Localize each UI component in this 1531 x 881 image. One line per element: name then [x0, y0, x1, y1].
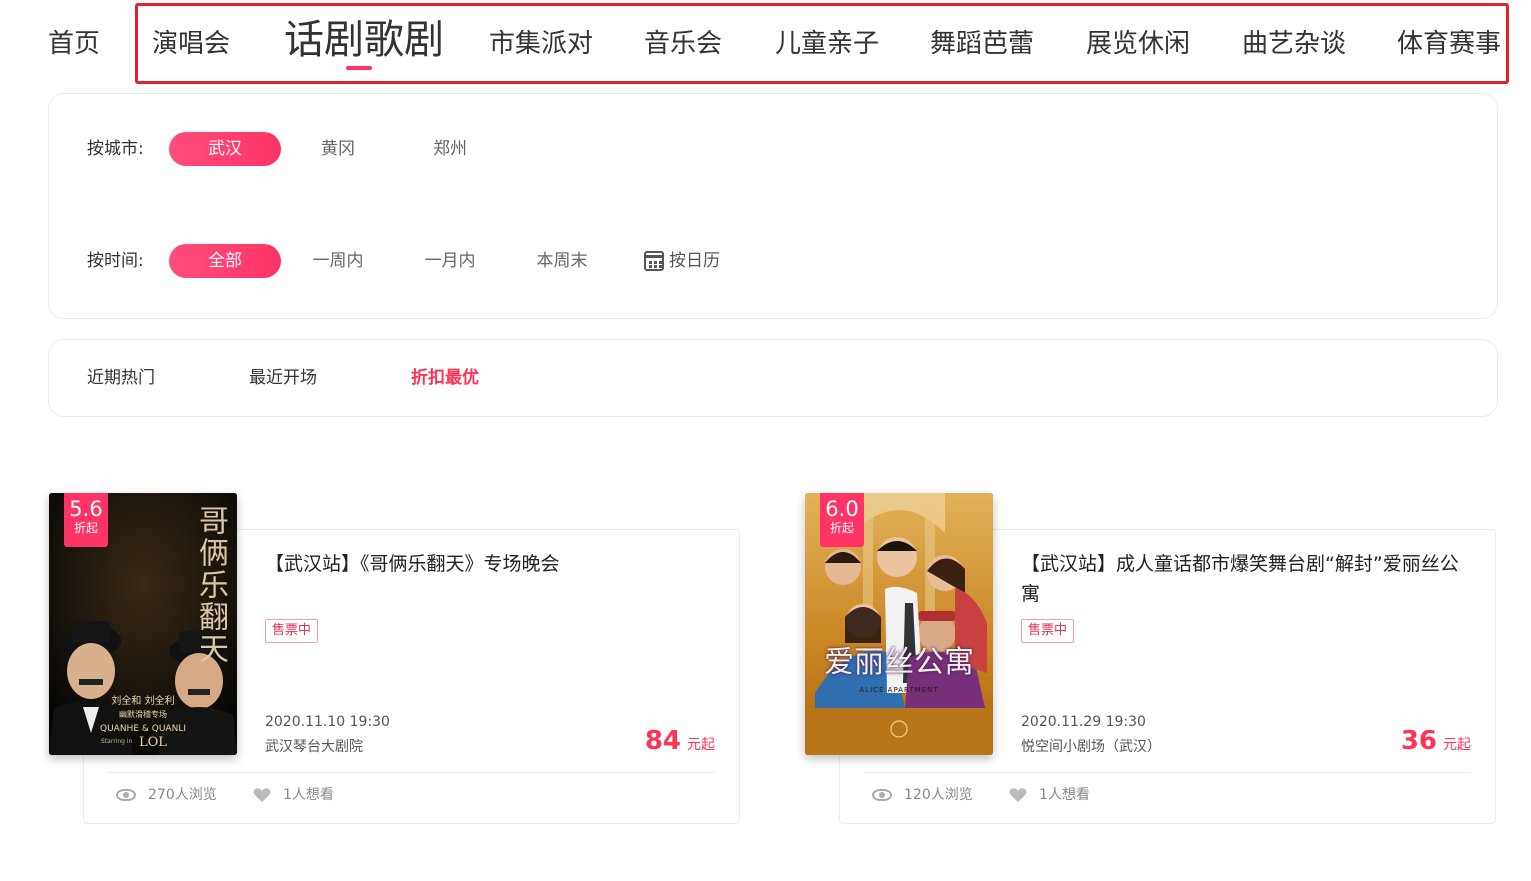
time-chip-week[interactable]: 一周内 — [282, 244, 394, 278]
card-divider — [864, 772, 1471, 773]
event-poster[interactable]: 哥俩乐翻天 刘全和 刘全利 幽默滑稽专场 QUANHE & QUANLI Sta… — [49, 493, 237, 755]
poster-english: QUANHE & QUANLI — [100, 724, 186, 734]
event-title[interactable]: 【武汉站】《哥俩乐翻天》专场晚会 — [265, 549, 705, 579]
nav-item-concert[interactable]: 演唱会 — [152, 26, 230, 62]
event-title[interactable]: 【武汉站】成人童话都市爆笑舞台剧“解封”爱丽丝公寓 — [1021, 549, 1461, 609]
nav-item-kids[interactable]: 儿童亲子 — [775, 26, 879, 62]
event-date: 2020.11.29 19:30 — [1021, 714, 1146, 730]
view-count: 270人浏览 — [148, 787, 217, 803]
event-poster[interactable]: 爱丽丝公寓 ALICE APARTMENT 6.0 折起 — [805, 493, 993, 755]
calendar-filter[interactable]: 按日历 — [669, 244, 731, 278]
poster-subtitle: 幽默滑稽专场 — [119, 710, 167, 719]
nav-item-sports[interactable]: 体育赛事 — [1397, 26, 1501, 62]
nav-item-home[interactable]: 首页 — [48, 26, 100, 62]
event-venue: 悦空间小剧场（武汉） — [1021, 739, 1161, 755]
time-chip-weekend[interactable]: 本周末 — [506, 244, 618, 278]
event-price: 36 元起 — [1401, 726, 1471, 756]
nav-item-music[interactable]: 音乐会 — [644, 26, 722, 62]
sort-upcoming[interactable]: 最近开场 — [249, 366, 317, 390]
eye-icon — [116, 789, 136, 801]
event-venue: 武汉琴台大剧院 — [265, 739, 363, 755]
calendar-icon[interactable] — [644, 251, 664, 271]
discount-suffix: 折起 — [829, 521, 854, 535]
eye-icon — [872, 789, 892, 801]
sort-hot[interactable]: 近期热门 — [87, 366, 155, 390]
active-tab-indicator — [346, 66, 372, 70]
want-count: 1人想看 — [1039, 787, 1090, 803]
category-nav: 首页 演唱会 话剧歌剧 市集派对 音乐会 儿童亲子 舞蹈芭蕾 展览休闲 曲艺杂谈… — [0, 0, 1531, 90]
heart-icon[interactable] — [1009, 787, 1027, 803]
status-badge: 售票中 — [1021, 619, 1075, 643]
poster-credit: 刘全和 刘全利 — [111, 696, 175, 707]
price-value: 36 — [1400, 726, 1437, 756]
sort-discount[interactable]: 折扣最优 — [411, 366, 479, 390]
discount-suffix: 折起 — [73, 521, 98, 535]
poster-english-sub: Starring in — [101, 738, 133, 745]
discount-badge: 6.0 折起 — [820, 493, 864, 547]
event-date: 2020.11.10 19:30 — [265, 714, 390, 730]
nav-item-drama-opera[interactable]: 话剧歌剧 — [284, 14, 444, 66]
price-unit: 元起 — [1443, 737, 1471, 753]
price-unit: 元起 — [687, 737, 715, 753]
nav-item-market-party[interactable]: 市集派对 — [489, 26, 593, 62]
city-filter-label: 按城市: — [87, 139, 144, 159]
time-chip-month[interactable]: 一月内 — [394, 244, 506, 278]
city-chip-wuhan[interactable]: 武汉 — [169, 132, 281, 166]
poster-english: ALICE APARTMENT — [859, 686, 939, 694]
time-chip-all[interactable]: 全部 — [169, 244, 281, 278]
price-value: 84 — [644, 726, 681, 756]
discount-badge: 5.6 折起 — [64, 493, 108, 547]
city-chip-huanggang[interactable]: 黄冈 — [282, 132, 394, 166]
time-filter-label: 按时间: — [87, 251, 144, 271]
card-divider — [108, 772, 715, 773]
nav-item-dance[interactable]: 舞蹈芭蕾 — [930, 26, 1034, 62]
heart-icon[interactable] — [253, 787, 271, 803]
status-badge: 售票中 — [265, 619, 319, 643]
city-chip-zhengzhou[interactable]: 郑州 — [394, 132, 506, 166]
want-count: 1人想看 — [283, 787, 334, 803]
event-price: 84 元起 — [645, 726, 715, 756]
poster-title-art: 爱丽丝公寓 — [824, 645, 974, 680]
filter-panel: 按城市: 武汉 黄冈 郑州 按时间: 全部 一周内 一月内 本周末 按日历 — [48, 93, 1498, 319]
discount-value: 5.6 — [69, 497, 103, 521]
view-count: 120人浏览 — [904, 787, 973, 803]
sort-bar: 近期热门 最近开场 折扣最优 — [48, 339, 1498, 417]
discount-value: 6.0 — [825, 497, 859, 521]
nav-item-quyi[interactable]: 曲艺杂谈 — [1242, 26, 1346, 62]
nav-item-exhibition[interactable]: 展览休闲 — [1086, 26, 1190, 62]
poster-logo: LOL — [139, 735, 167, 750]
poster-title-art: 哥俩乐翻天 — [193, 505, 228, 665]
